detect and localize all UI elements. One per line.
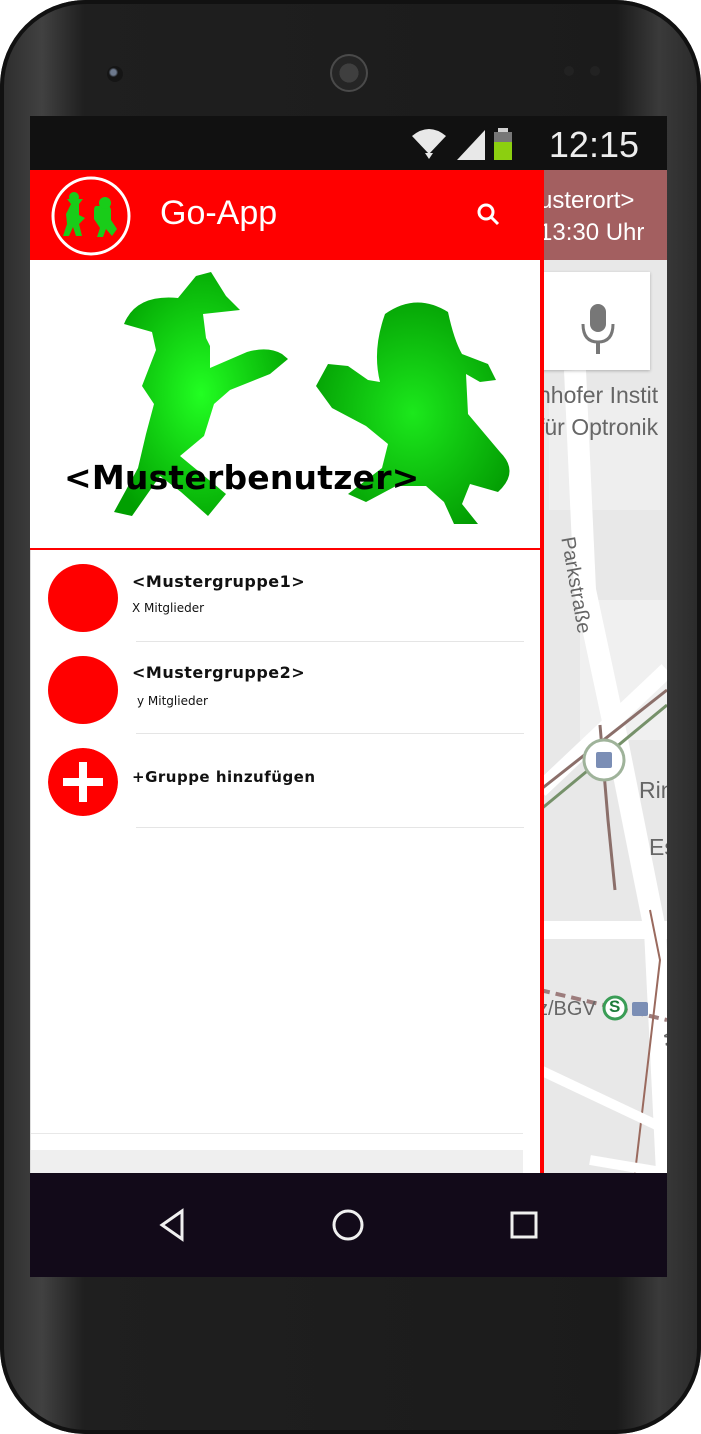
list-divider bbox=[31, 1133, 523, 1134]
back-icon[interactable] bbox=[154, 1205, 194, 1245]
profile-header[interactable]: <Musterbenutzer> bbox=[30, 262, 540, 551]
map-label-bgv: z/BGV bbox=[538, 998, 596, 1020]
group-list: <Mustergruppe1> X Mitglieder <Mustergrup… bbox=[30, 550, 540, 1173]
device-screen: 12:15 usterort> 13:30 Uhr nhofer Instit … bbox=[30, 116, 667, 1277]
group-avatar bbox=[48, 656, 118, 724]
status-icons-svg bbox=[412, 128, 512, 160]
map-label-institute-2: für Optronik bbox=[538, 414, 659, 440]
light-sensor bbox=[590, 66, 600, 76]
recent-apps-icon[interactable] bbox=[504, 1205, 544, 1245]
status-time: 12:15 bbox=[548, 124, 639, 165]
home-icon[interactable] bbox=[328, 1205, 368, 1245]
app-logo[interactable] bbox=[49, 174, 133, 258]
search-button[interactable] bbox=[474, 200, 504, 230]
earpiece-speaker bbox=[330, 54, 368, 92]
group-item[interactable]: <Mustergruppe2> y Mitglieder bbox=[31, 642, 540, 734]
app-title: Go-App bbox=[160, 194, 278, 232]
voice-search-button[interactable] bbox=[542, 272, 650, 370]
plus-circle-icon bbox=[48, 748, 118, 816]
phone-frame: 12:15 usterort> 13:30 Uhr nhofer Instit … bbox=[0, 0, 701, 1434]
battery-icon bbox=[494, 128, 512, 160]
destination-info-bar[interactable]: usterort> 13:30 Uhr bbox=[539, 170, 667, 260]
group-member-count: y Mitglieder bbox=[137, 694, 208, 708]
map-label-es: Es bbox=[649, 834, 667, 860]
list-footer bbox=[31, 1150, 523, 1173]
group-item[interactable]: <Mustergruppe1> X Mitglieder bbox=[31, 550, 540, 642]
ampelmann-illustration bbox=[114, 272, 510, 524]
proximity-sensor bbox=[564, 66, 574, 76]
profile-username: <Musterbenutzer> bbox=[64, 458, 420, 497]
group-avatar bbox=[48, 564, 118, 632]
group-name: <Mustergruppe2> bbox=[132, 663, 306, 682]
destination-time: 13:30 Uhr bbox=[539, 219, 645, 246]
wifi-icon bbox=[412, 129, 446, 159]
map-label-rin: Rin bbox=[639, 777, 667, 803]
map-label-s-badge: S bbox=[609, 997, 621, 1016]
search-icon bbox=[477, 203, 500, 226]
microphone-icon bbox=[581, 304, 615, 354]
add-group-item[interactable]: +Gruppe hinzufügen bbox=[31, 734, 540, 828]
list-divider bbox=[136, 827, 524, 828]
destination-name: usterort> bbox=[539, 187, 635, 214]
map-label-institute-1: nhofer Instit bbox=[538, 382, 659, 408]
android-nav-bar bbox=[30, 1173, 667, 1277]
group-name: <Mustergruppe1> bbox=[132, 572, 306, 591]
add-group-label: +Gruppe hinzufügen bbox=[132, 768, 316, 786]
navigation-drawer: Go-App <Musterbenutzer> <Mustergruppe1> … bbox=[30, 170, 544, 1173]
app-bar: Go-App bbox=[30, 170, 540, 260]
status-bar: 12:15 bbox=[30, 116, 667, 170]
front-camera bbox=[107, 66, 123, 82]
group-member-count: X Mitglieder bbox=[132, 601, 205, 615]
traffic-light-people-logo bbox=[51, 176, 131, 256]
cell-signal-icon bbox=[457, 130, 485, 160]
status-icons bbox=[409, 124, 539, 164]
